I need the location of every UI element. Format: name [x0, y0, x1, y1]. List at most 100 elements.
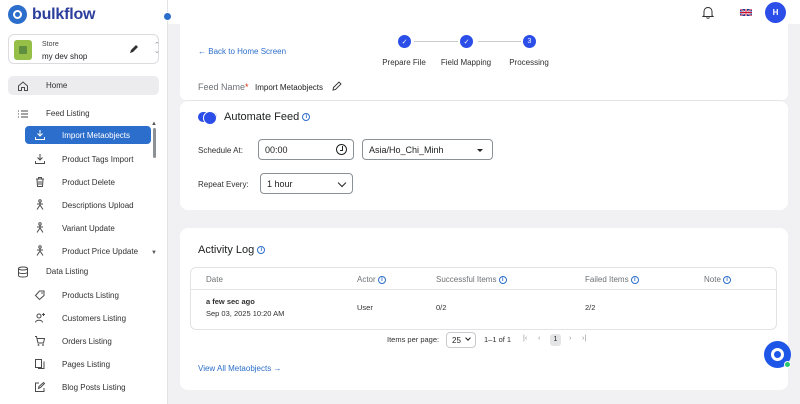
next-page-icon[interactable]: ›: [569, 335, 571, 342]
sidebar-item-label: Pages Listing: [62, 360, 111, 369]
sidebar-item-product-price-update[interactable]: Product Price Update: [25, 242, 151, 260]
sidebar-item-label: Home: [46, 81, 68, 90]
chevron-down-icon: [337, 178, 347, 188]
database-icon: [18, 266, 28, 277]
sidebar-item-data-listing[interactable]: Data Listing: [8, 262, 159, 281]
prev-page-icon[interactable]: ‹: [538, 335, 540, 342]
shopify-bag-icon: [14, 40, 32, 60]
caret-down-icon: [477, 149, 483, 152]
sidebar-item-label: Variant Update: [62, 224, 115, 233]
items-per-page-label: Items per page:: [387, 335, 440, 344]
sidebar-item-label: Customers Listing: [62, 314, 127, 323]
back-to-home-link[interactable]: ← Back to Home Screen: [198, 47, 286, 56]
sidebar-item-pages-listing[interactable]: Pages Listing: [25, 355, 151, 373]
table-divider: [191, 289, 776, 290]
column-header-actor: Actor i: [357, 275, 386, 284]
sidebar-item-product-delete[interactable]: Product Delete: [25, 173, 151, 191]
timezone-select[interactable]: Asia/Ho_Chi_Minh: [362, 139, 493, 160]
row-date: Sep 03, 2025 10:20 AM: [206, 309, 285, 318]
step-3-number: 3: [523, 35, 536, 48]
bulkflow-logo-icon: [8, 5, 27, 24]
clock-icon[interactable]: [336, 144, 347, 155]
arrow-left-icon: ←: [198, 47, 206, 56]
sidebar-item-variant-update[interactable]: Variant Update: [25, 219, 151, 237]
sidebar-item-descriptions-upload[interactable]: Descriptions Upload: [25, 196, 151, 214]
info-icon[interactable]: i: [302, 113, 311, 122]
step-connector: [414, 41, 458, 42]
stickman-icon: [36, 245, 44, 256]
column-header-failed-items: Failed Items i: [585, 275, 639, 284]
sidebar-item-label: Products Listing: [62, 291, 119, 300]
download-icon: [35, 154, 45, 164]
sidebar-item-home[interactable]: Home: [8, 76, 159, 95]
brand-logo[interactable]: bulkflow: [8, 5, 95, 24]
sidebar: bulkflow Store my dev shop ⌃ ⌄ Home Feed …: [0, 0, 168, 404]
sidebar-collapse-toggle[interactable]: [163, 12, 172, 21]
sidebar-scrollbar[interactable]: [153, 128, 156, 158]
sidebar-item-blog-posts-listing[interactable]: Blog Posts Listing: [25, 378, 151, 396]
list-icon: [18, 110, 28, 117]
pencil-icon[interactable]: [332, 81, 342, 91]
tag-icon: [34, 290, 45, 301]
sidebar-item-label: Blog Posts Listing: [62, 383, 126, 392]
row-successful-items: 0/2: [436, 303, 447, 312]
row-failed-items: 2/2: [585, 303, 596, 312]
back-link-label: Back to Home Screen: [208, 47, 287, 56]
schedule-at-label: Schedule At:: [198, 146, 243, 155]
repeat-every-label: Repeat Every:: [198, 180, 249, 189]
sidebar-item-products-listing[interactable]: Products Listing: [25, 286, 151, 304]
step-connector: [478, 41, 521, 42]
step-1-label: Prepare File: [382, 58, 426, 67]
sidebar-item-import-metaobjects[interactable]: Import Metaobjects: [25, 126, 151, 144]
pages-icon: [35, 359, 45, 369]
scroll-up-arrow[interactable]: ▲: [151, 121, 157, 127]
feed-name-value: Import Metaobjects: [255, 83, 324, 92]
uk-flag-icon[interactable]: [740, 9, 752, 16]
bell-icon[interactable]: [702, 6, 714, 19]
sidebar-item-product-tags-import[interactable]: Product Tags Import: [25, 150, 151, 168]
schedule-time-input[interactable]: 00:00: [258, 139, 354, 160]
automate-feed-toggle[interactable]: [198, 111, 217, 125]
info-icon[interactable]: i: [723, 275, 732, 284]
view-all-metaobjects-link[interactable]: View All Metaobjects →: [198, 364, 281, 373]
current-page-button[interactable]: 1: [550, 334, 561, 346]
activity-log-table: Date Actor i Successful Items i Failed I…: [190, 267, 777, 330]
first-page-icon[interactable]: |‹: [523, 335, 527, 342]
info-icon[interactable]: i: [498, 275, 507, 284]
info-icon[interactable]: i: [377, 275, 386, 284]
feed-header-card: ← Back to Home Screen ✓ ✓ 3 Prepare File…: [180, 24, 788, 101]
download-icon: [35, 130, 45, 140]
sidebar-item-label: Orders Listing: [62, 337, 112, 346]
edit-icon: [35, 381, 46, 392]
items-per-page-select[interactable]: 25: [446, 332, 476, 348]
store-name: my dev shop: [42, 52, 88, 61]
pencil-icon[interactable]: [129, 44, 139, 54]
sidebar-item-label: Product Delete: [62, 178, 115, 187]
home-icon: [18, 80, 28, 91]
step-3-label: Processing: [509, 58, 549, 67]
step-2-label: Field Mapping: [440, 58, 492, 67]
sidebar-item-feed-listing[interactable]: Feed Listing: [8, 104, 159, 123]
help-chat-button[interactable]: [764, 341, 791, 368]
bulkflow-chat-icon: [771, 348, 784, 361]
scroll-down-arrow[interactable]: ▼: [151, 250, 157, 256]
info-icon[interactable]: i: [257, 246, 266, 255]
arrow-right-icon: →: [273, 364, 282, 373]
user-avatar[interactable]: H: [765, 2, 786, 23]
sidebar-item-orders-listing[interactable]: Orders Listing: [25, 332, 151, 350]
row-actor: User: [357, 303, 373, 312]
trash-icon: [36, 177, 44, 187]
sidebar-item-customers-listing[interactable]: Customers Listing: [25, 309, 151, 327]
automate-feed-title: Automate Feed i: [224, 111, 311, 123]
store-selector[interactable]: Store my dev shop ⌃ ⌄: [8, 34, 160, 64]
chevron-updown-icon[interactable]: ⌃ ⌄: [154, 42, 160, 55]
step-1-check-icon: ✓: [398, 35, 411, 48]
stickman-icon: [36, 222, 44, 233]
items-per-page-value: 25: [452, 336, 461, 345]
online-status-dot: [784, 361, 791, 368]
info-icon[interactable]: i: [630, 275, 639, 284]
sidebar-item-label: Import Metaobjects: [62, 131, 131, 140]
automate-feed-card: Automate Feed i Schedule At: 00:00 Asia/…: [180, 100, 788, 210]
repeat-every-select[interactable]: 1 hour: [260, 173, 353, 194]
last-page-icon[interactable]: ›|: [582, 335, 586, 342]
